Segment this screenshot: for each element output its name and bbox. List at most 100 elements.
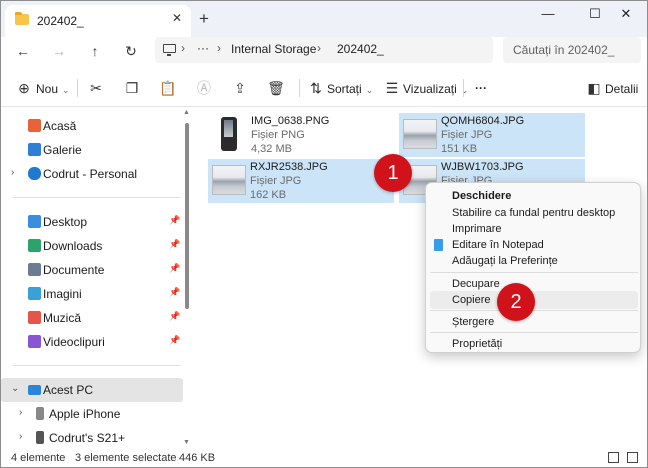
file-item[interactable]: QOMH6804.JPG Fișier JPG 151 KB [399, 113, 585, 157]
sidebar-item-label: Apple iPhone [49, 407, 121, 421]
scroll-down-icon[interactable]: ▼ [183, 439, 190, 446]
pin-icon[interactable]: 📌 [169, 239, 180, 250]
view-button[interactable]: ☰ Vizualizați ⌄ [383, 78, 469, 100]
chevron-right-icon[interactable]: › [19, 407, 22, 418]
sidebar-item-label: Imagini [43, 287, 82, 301]
address-bar[interactable]: › ··· › Internal Storage › 202402_ [155, 37, 493, 63]
sidebar-item-label: Acasă [43, 119, 77, 133]
menu-item-delete[interactable]: Ștergere [430, 313, 638, 331]
sort-label: Sortați [327, 82, 362, 96]
breadcrumb-202402[interactable]: 202402_ [337, 42, 384, 56]
sidebar-item-label: Documente [43, 263, 105, 277]
up-button[interactable]: ↑ [85, 41, 105, 61]
copy-button[interactable]: ❐ [123, 78, 141, 100]
search-input[interactable]: Căutați în 202402_ [513, 43, 614, 57]
selection-size: 446 KB [179, 452, 216, 464]
tab-202402[interactable]: 202402_ ✕ [5, 5, 191, 37]
tiles-view-icon[interactable] [627, 452, 638, 463]
sort-button[interactable]: ⇅ Sortați ⌄ [307, 78, 373, 100]
paste-button[interactable]: 📋 [159, 78, 177, 100]
details-view-icon[interactable] [608, 452, 619, 463]
chevron-down-icon: ⌄ [365, 85, 374, 95]
sidebar-item-this-pc[interactable]: ⌄ Acest PC [1, 378, 183, 402]
documents-icon [28, 263, 41, 276]
tab-close-icon[interactable]: ✕ [169, 11, 185, 25]
menu-item-label: Ștergere [452, 316, 495, 328]
plus-circle-icon: ⊕ [18, 80, 30, 96]
back-button[interactable]: ← [13, 41, 33, 61]
search-box[interactable]: Căutați în 202402_ [503, 37, 641, 63]
sidebar-item-documents[interactable]: Documente 📌 [1, 258, 183, 282]
sidebar-item-pictures[interactable]: Imagini 📌 [1, 282, 183, 306]
desktop-icon [28, 215, 41, 228]
sidebar-item-gallery[interactable]: Galerie [1, 138, 183, 162]
pin-icon[interactable]: 📌 [169, 335, 180, 346]
chevron-down-icon[interactable]: ⌄ [11, 383, 19, 394]
file-item[interactable]: RXJR2538.JPG Fișier JPG 162 KB [208, 159, 394, 203]
chevron-right-icon[interactable]: › [11, 167, 14, 178]
menu-item-properties[interactable]: Proprietăți [430, 335, 638, 353]
context-menu: Deschidere Stabilire ca fundal pentru de… [425, 182, 641, 353]
file-size: 4,32 MB [251, 143, 292, 155]
pin-icon[interactable]: 📌 [169, 263, 180, 274]
sort-icon: ⇅ [310, 80, 322, 96]
sidebar-item-label: Codrut's S21+ [49, 431, 126, 445]
file-name: QOMH6804.JPG [441, 115, 525, 127]
forward-button[interactable]: → [49, 41, 69, 61]
onedrive-icon [28, 167, 41, 180]
toolbar-divider [463, 79, 464, 97]
new-button[interactable]: ⊕ Nou ⌄ [15, 78, 70, 100]
refresh-button[interactable]: ↻ [121, 41, 141, 61]
rename-icon: Ⓐ [197, 80, 211, 96]
menu-item-label: Adăugați la Preferințe [452, 255, 558, 267]
chevron-right-icon: › [317, 41, 321, 55]
chevron-down-icon: ⌄ [62, 85, 70, 95]
file-type: Fișier PNG [251, 129, 305, 141]
delete-button[interactable]: 🗑 [267, 78, 285, 100]
menu-item-add-favorites[interactable]: Adăugați la Preferințe [430, 252, 638, 270]
more-options-button[interactable]: ··· [475, 78, 487, 100]
sidebar-item-label: Acest PC [43, 383, 94, 397]
sidebar-item-music[interactable]: Muzică 📌 [1, 306, 183, 330]
sidebar-scrollbar[interactable] [185, 123, 189, 309]
home-icon [28, 119, 41, 132]
sidebar-item-videos[interactable]: Videoclipuri 📌 [1, 330, 183, 354]
downloads-icon [28, 239, 41, 252]
pin-icon[interactable]: 📌 [169, 311, 180, 322]
sidebar-item-downloads[interactable]: Downloads 📌 [1, 234, 183, 258]
file-item[interactable]: IMG_0638.PNG Fișier PNG 4,32 MB [209, 113, 395, 157]
close-window-button[interactable]: ✕ [603, 1, 647, 31]
menu-item-open[interactable]: Deschidere [430, 187, 638, 205]
chevron-right-icon[interactable]: › [19, 431, 22, 442]
sidebar-item-iphone[interactable]: › Apple iPhone [1, 402, 183, 426]
details-button[interactable]: ◧ Detalii [585, 78, 638, 100]
pin-icon[interactable]: 📌 [169, 287, 180, 298]
copy-icon: ❐ [125, 80, 139, 96]
pin-icon[interactable]: 📌 [169, 215, 180, 226]
sidebar-item-label: Videoclipuri [43, 335, 105, 349]
sidebar-item-label: Codrut - Personal [43, 167, 138, 181]
navigation-pane: Acasă Galerie › Codrut - Personal Deskto… [1, 107, 189, 449]
breadcrumb-internal-storage[interactable]: Internal Storage [231, 42, 316, 56]
scroll-up-icon[interactable]: ▲ [183, 109, 190, 116]
sidebar-item-home[interactable]: Acasă [1, 114, 183, 138]
file-thumbnail [221, 117, 237, 151]
share-button[interactable]: ⇪ [231, 78, 249, 100]
sidebar-divider [13, 197, 181, 198]
cut-icon: ✂ [90, 80, 102, 96]
cut-button[interactable]: ✂ [87, 78, 105, 100]
minimize-button[interactable]: — [525, 1, 571, 31]
rename-button[interactable]: Ⓐ [195, 78, 213, 100]
file-thumbnail [212, 165, 246, 195]
sidebar-item-onedrive[interactable]: › Codrut - Personal [1, 162, 183, 186]
new-tab-button[interactable]: + [199, 9, 209, 29]
status-bar: 4 elemente 3 elemente selectate 446 KB [1, 449, 647, 467]
file-name: RXJR2538.JPG [250, 161, 328, 173]
file-name: WJBW1703.JPG [441, 161, 524, 173]
sidebar-item-s21[interactable]: › Codrut's S21+ [1, 426, 183, 450]
breadcrumb-more[interactable]: ··· [197, 41, 209, 55]
gallery-icon [28, 143, 41, 156]
phone-icon [36, 407, 44, 420]
file-size: 151 KB [441, 143, 478, 155]
sidebar-item-desktop[interactable]: Desktop 📌 [1, 210, 183, 234]
